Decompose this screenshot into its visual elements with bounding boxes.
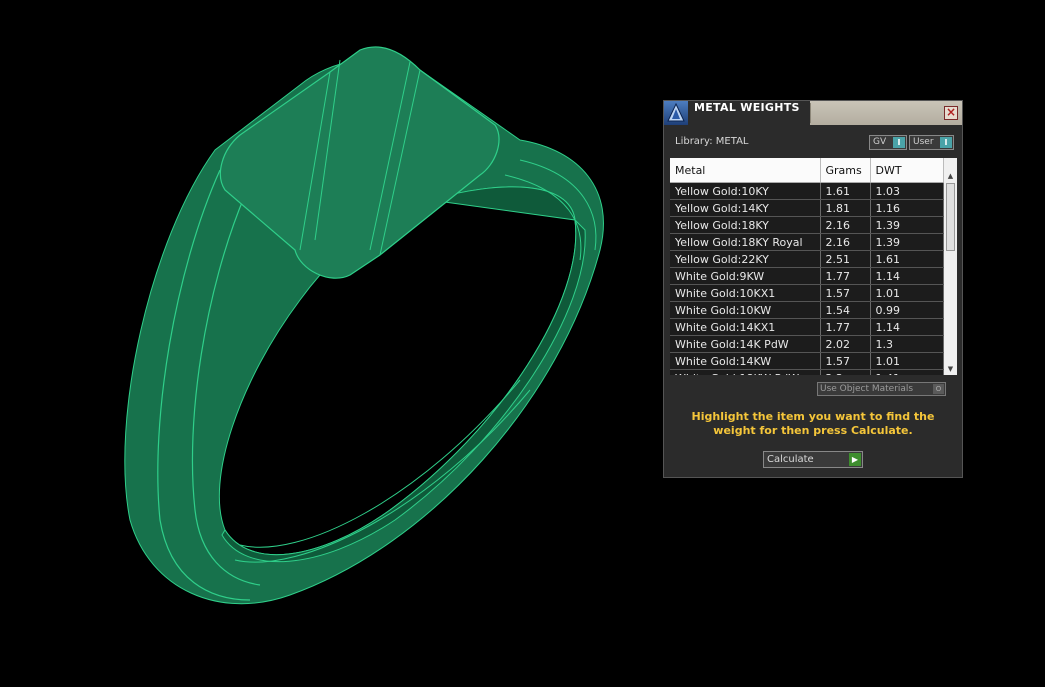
- cell-grams: 1.81: [820, 199, 871, 217]
- table-row[interactable]: White Gold:10KX1 1.57 1.01: [670, 284, 944, 302]
- metal-table: Metal Grams DWT Yellow Gold:10KY 1.61 1.03…: [670, 158, 944, 375]
- cell-grams: 1.77: [820, 318, 871, 336]
- cell-dwt: 1.41: [870, 369, 944, 375]
- table-row[interactable]: Yellow Gold:18KY 2.16 1.39: [670, 216, 944, 234]
- cell-metal: White Gold:14K PdW: [670, 335, 821, 353]
- metal-weights-panel: METAL WEIGHTS × Library: METAL GV I User…: [663, 100, 963, 478]
- calculate-button[interactable]: Calculate ▶: [763, 451, 863, 468]
- table-row[interactable]: White Gold:14KW 1.57 1.01: [670, 352, 944, 370]
- col-header-grams[interactable]: Grams: [820, 158, 871, 183]
- cell-metal: White Gold:10KX1: [670, 284, 821, 302]
- cell-grams: 1.77: [820, 267, 871, 285]
- cell-grams: 1.57: [820, 284, 871, 302]
- use-object-materials-label: Use Object Materials: [820, 384, 914, 394]
- gv-toggle-knob-icon: I: [893, 137, 905, 148]
- close-button[interactable]: ×: [944, 106, 958, 120]
- cell-dwt: 1.39: [870, 233, 944, 251]
- instructions-text: Highlight the item you want to find the …: [691, 410, 935, 437]
- cell-dwt: 1.01: [870, 284, 944, 302]
- cell-metal: White Gold:18KW PdW: [670, 369, 821, 375]
- user-toggle-knob-icon: I: [940, 137, 952, 148]
- cell-dwt: 1.61: [870, 250, 944, 268]
- cell-metal: Yellow Gold:22KY: [670, 250, 821, 268]
- cell-grams: 2.02: [820, 335, 871, 353]
- cell-dwt: 1.16: [870, 199, 944, 217]
- cell-metal: White Gold:9KW: [670, 267, 821, 285]
- cell-dwt: 1.14: [870, 267, 944, 285]
- cell-grams: 2.2: [820, 369, 871, 375]
- scroll-down-icon[interactable]: ▼: [944, 363, 957, 375]
- scroll-up-icon[interactable]: ▲: [944, 170, 957, 182]
- cell-metal: Yellow Gold:18KY Royal: [670, 233, 821, 251]
- col-header-metal[interactable]: Metal: [670, 158, 821, 183]
- gv-toggle[interactable]: GV I: [869, 135, 907, 150]
- cell-metal: Yellow Gold:14KY: [670, 199, 821, 217]
- scroll-thumb[interactable]: [946, 183, 955, 251]
- table-row[interactable]: Yellow Gold:10KY 1.61 1.03: [670, 182, 944, 200]
- table-row[interactable]: White Gold:9KW 1.77 1.14: [670, 267, 944, 285]
- metal-table-container: Metal Grams DWT Yellow Gold:10KY 1.61 1.03…: [670, 158, 957, 375]
- cell-metal: White Gold:14KW: [670, 352, 821, 370]
- table-row[interactable]: Yellow Gold:22KY 2.51 1.61: [670, 250, 944, 268]
- table-row[interactable]: Yellow Gold:14KY 1.81 1.16: [670, 199, 944, 217]
- calculate-button-label: Calculate: [767, 454, 814, 465]
- cell-dwt: 0.99: [870, 301, 944, 319]
- table-row[interactable]: White Gold:10KW 1.54 0.99: [670, 301, 944, 319]
- panel-title: METAL WEIGHTS: [688, 101, 810, 125]
- user-toggle[interactable]: User I: [909, 135, 954, 150]
- cell-grams: 1.57: [820, 352, 871, 370]
- panel-titlebar[interactable]: METAL WEIGHTS ×: [664, 101, 962, 125]
- close-icon: ×: [945, 105, 957, 119]
- table-body: Yellow Gold:10KY 1.61 1.03 Yellow Gold:14KY…: [670, 182, 944, 375]
- table-scrollbar[interactable]: ▲ ▼: [944, 158, 957, 375]
- play-arrow-icon: ▶: [849, 453, 861, 466]
- cell-metal: White Gold:14KX1: [670, 318, 821, 336]
- cell-dwt: 1.03: [870, 182, 944, 200]
- titlebar-divider: [810, 103, 811, 123]
- cell-metal: Yellow Gold:18KY: [670, 216, 821, 234]
- table-header-row: Metal Grams DWT: [670, 158, 944, 183]
- cell-grams: 1.54: [820, 301, 871, 319]
- table-row[interactable]: Yellow Gold:18KY Royal 2.16 1.39: [670, 233, 944, 251]
- cell-dwt: 1.14: [870, 318, 944, 336]
- gv-toggle-label: GV: [873, 137, 887, 147]
- app-logo-icon: [664, 101, 688, 125]
- use-object-materials-knob-icon: O: [933, 384, 944, 394]
- cell-grams: 2.16: [820, 233, 871, 251]
- table-row[interactable]: White Gold:18KW PdW2.21.41: [670, 369, 944, 375]
- cell-dwt: 1.3: [870, 335, 944, 353]
- table-row[interactable]: White Gold:14KX1 1.77 1.14: [670, 318, 944, 336]
- table-row[interactable]: White Gold:14K PdW 2.02 1.3: [670, 335, 944, 353]
- col-header-dwt[interactable]: DWT: [870, 158, 944, 183]
- cell-grams: 1.61: [820, 182, 871, 200]
- user-toggle-label: User: [913, 137, 934, 147]
- use-object-materials-toggle[interactable]: Use Object Materials O: [817, 382, 946, 396]
- cell-grams: 2.51: [820, 250, 871, 268]
- cell-metal: White Gold:10KW: [670, 301, 821, 319]
- cell-grams: 2.16: [820, 216, 871, 234]
- cell-dwt: 1.39: [870, 216, 944, 234]
- library-label: Library: METAL: [675, 136, 749, 147]
- cell-metal: Yellow Gold:10KY: [670, 182, 821, 200]
- cell-dwt: 1.01: [870, 352, 944, 370]
